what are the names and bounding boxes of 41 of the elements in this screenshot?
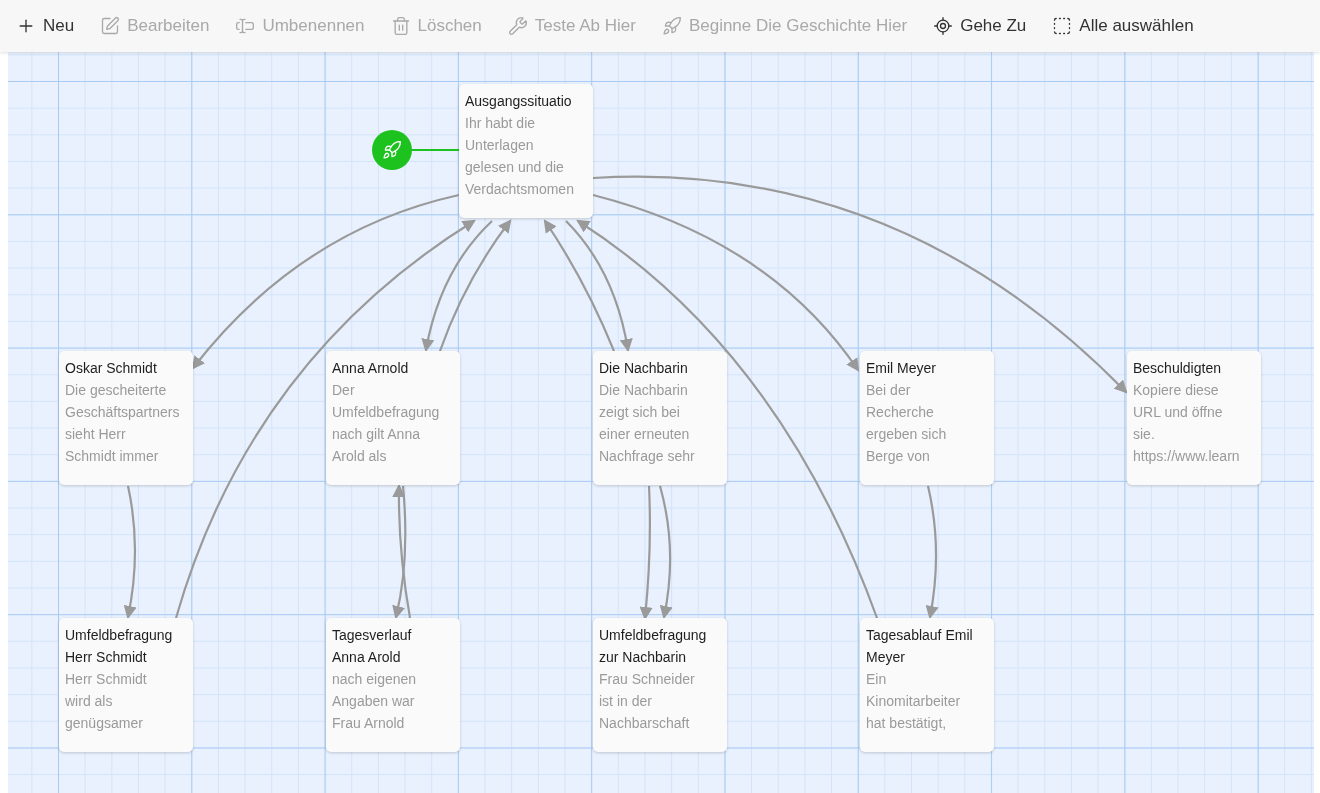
passage-card[interactable]: Die Nachbarin Die Nachbarin zeigt sich bei einer erneuten Nachfrage sehr bbox=[593, 351, 727, 485]
passage-excerpt: Bei der Recherche ergeben sich Berge von bbox=[866, 381, 948, 466]
rename-icon bbox=[235, 16, 256, 36]
toolbar-button[interactable]: Neu bbox=[16, 12, 75, 40]
passage-title: Ausgangssituatio bbox=[465, 92, 573, 111]
passage-excerpt: Herr Schmidt wird als genügsamer bbox=[65, 670, 148, 733]
passage-excerpt: Frau Schneider ist in der Nachbarschaft bbox=[599, 670, 696, 733]
passage-title: Tagesverlauf Anna Arold bbox=[332, 626, 413, 667]
passage-title: Emil Meyer bbox=[866, 359, 937, 378]
passage-excerpt: Ihr habt die Unterlagen gelesen und die Verdachtsmomen bbox=[465, 114, 575, 199]
passage-card[interactable]: Oskar Schmidt Die gescheiterte Geschäftspartners sieht Herr Schmidt immer bbox=[59, 351, 193, 485]
passage-card[interactable]: Beschuldigten Kopiere diese URL und öffne sie. https://www.learn bbox=[1127, 351, 1261, 485]
trash-icon bbox=[390, 16, 411, 36]
passage-excerpt: Der Umfeldbefragung nach gilt Anna Arold als bbox=[332, 381, 441, 466]
toolbar-button[interactable]: Gehe Zu bbox=[933, 12, 1027, 40]
crosshair-icon bbox=[933, 16, 954, 36]
passage-title: Umfeldbefragung Herr Schmidt bbox=[65, 626, 174, 667]
rocket-icon bbox=[661, 16, 682, 36]
passage-title: Oskar Schmidt bbox=[65, 359, 158, 378]
passage-excerpt: Die Nachbarin zeigt sich bei einer erneuten Nachfrage sehr bbox=[599, 381, 696, 466]
passage-title: Anna Arnold bbox=[332, 359, 410, 378]
passage-card[interactable]: Umfeldbefragung Herr Schmidt Herr Schmidt wird als genügsamer bbox=[59, 618, 193, 752]
passage-title: Die Nachbarin bbox=[599, 359, 689, 378]
passage-excerpt: Kopiere diese URL und öffne sie. https://www.learn bbox=[1133, 381, 1241, 466]
passage-title: Tagesablauf Emil Meyer bbox=[866, 626, 974, 667]
passage-card[interactable]: Tagesverlauf Anna Arold nach eigenen Angaben war Frau Arnold bbox=[326, 618, 460, 752]
toolbar-button[interactable]: Alle auswählen bbox=[1052, 12, 1194, 40]
dashed-square-icon bbox=[1052, 16, 1073, 36]
passage-excerpt: Ein Kinomitarbeiter hat bestätigt, bbox=[866, 670, 962, 733]
passage-title: Beschuldigten bbox=[1133, 359, 1222, 378]
passage-card[interactable]: Ausgangssituatio Ihr habt die Unterlagen gelesen und die Verdachtsmomen bbox=[459, 84, 593, 218]
pencil-square-icon bbox=[100, 16, 121, 36]
passage-title: Umfeldbefragung zur Nachbarin bbox=[599, 626, 708, 667]
passage-card[interactable]: Emil Meyer Bei der Recherche ergeben sich Berge von bbox=[860, 351, 994, 485]
passage-card[interactable]: Anna Arnold Der Umfeldbefragung nach gilt Anna Arold als bbox=[326, 351, 460, 485]
passage-card[interactable]: Umfeldbefragung zur Nachbarin Frau Schneider ist in der Nachbarschaft bbox=[593, 618, 727, 752]
rocket-icon bbox=[382, 140, 402, 160]
wrench-icon bbox=[507, 16, 528, 36]
passage-excerpt: Die gescheiterte Geschäftspartners sieht Herr Schmidt immer bbox=[65, 381, 181, 466]
passage-excerpt: nach eigenen Angaben war Frau Arnold bbox=[332, 670, 418, 733]
passage-card[interactable]: Tagesablauf Emil Meyer Ein Kinomitarbeiter hat bestätigt, bbox=[860, 618, 994, 752]
